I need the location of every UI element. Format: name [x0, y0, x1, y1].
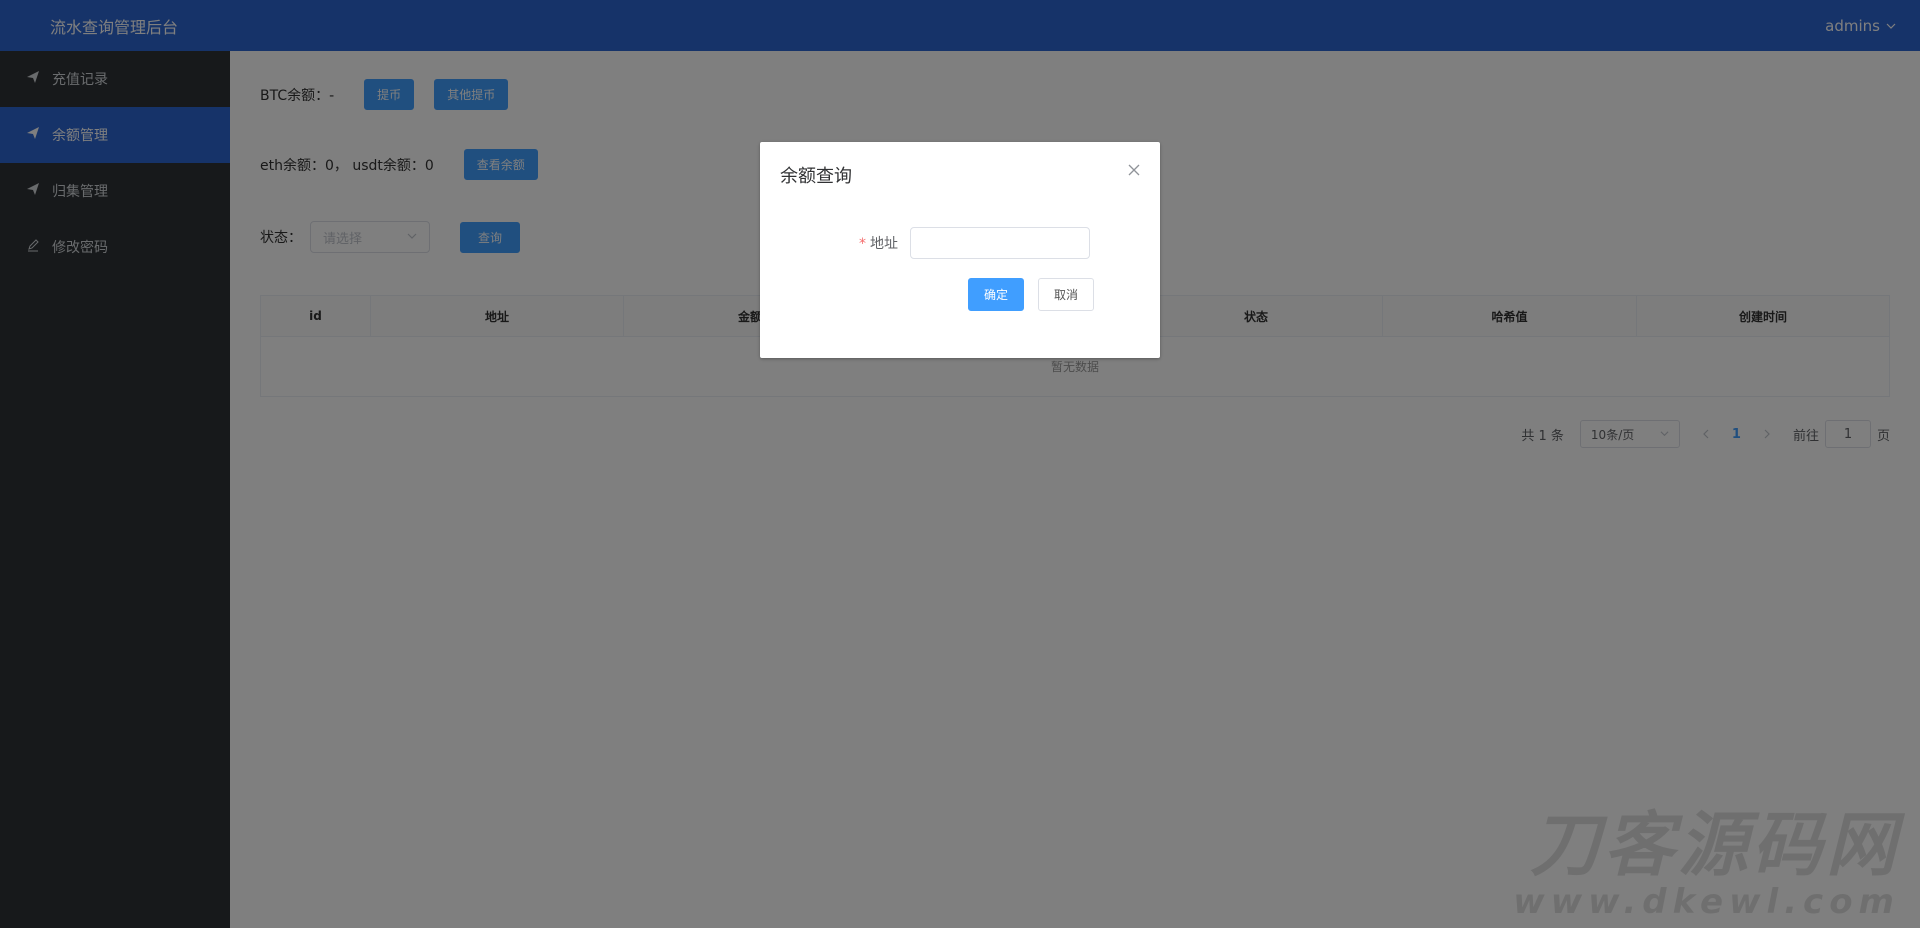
balance-query-dialog: 余额查询 * 地址 确定 取消: [760, 142, 1160, 358]
dialog-actions: 确定 取消: [967, 278, 1094, 311]
address-label-text: 地址: [870, 236, 898, 252]
dialog-title: 余额查询: [780, 166, 852, 187]
required-mark: *: [859, 236, 866, 252]
modal-overlay[interactable]: [0, 0, 1920, 928]
close-icon[interactable]: [1128, 164, 1140, 176]
address-form-row: * 地址: [760, 227, 1160, 259]
address-label: * 地址: [760, 233, 910, 253]
address-input[interactable]: [910, 227, 1090, 259]
confirm-button[interactable]: 确定: [967, 278, 1024, 311]
cancel-button[interactable]: 取消: [1037, 278, 1094, 311]
